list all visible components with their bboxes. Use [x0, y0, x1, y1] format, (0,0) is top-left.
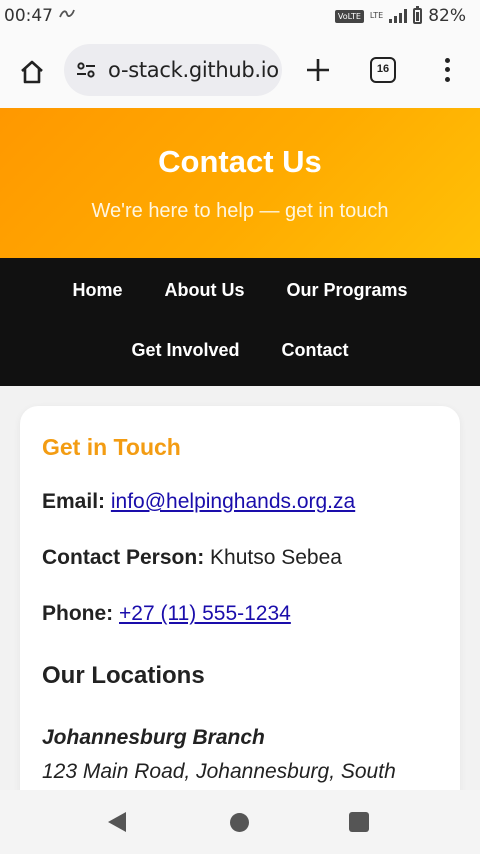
contact-person-value: Khutso Sebea [210, 546, 342, 569]
nav-link-contact[interactable]: Contact [280, 338, 351, 363]
home-icon[interactable] [16, 56, 48, 88]
contact-card: Get in Touch Email: info@helpinghands.or… [20, 406, 460, 826]
status-bar: 00:47 VoLTE LTE 82% [0, 0, 480, 34]
page-title: Contact Us [158, 144, 322, 179]
contact-person-label: Contact Person: [42, 546, 205, 569]
contact-person-line: Contact Person: Khutso Sebea [42, 546, 342, 570]
nav-row: Home About Us Our Programs [0, 278, 480, 303]
site-header: Contact Us We're here to help — get in t… [0, 108, 480, 258]
more-menu-icon[interactable] [440, 56, 454, 84]
lte-label: LTE [369, 11, 384, 20]
address-bar[interactable]: o-stack.github.io [64, 44, 282, 96]
battery-icon [413, 6, 423, 24]
branch-name: Johannesburg Branch [42, 726, 265, 749]
nfc-icon [58, 6, 76, 24]
nav-link-home[interactable]: Home [70, 278, 124, 303]
recents-icon[interactable] [349, 812, 369, 832]
home-circle-icon[interactable] [230, 813, 249, 832]
site-settings-icon[interactable] [76, 60, 96, 80]
status-indicators: VoLTE LTE 82% [334, 6, 466, 26]
nav-link-get-involved[interactable]: Get Involved [129, 338, 241, 363]
phone-link[interactable]: +27 (11) 555-1234 [119, 602, 291, 625]
new-tab-icon[interactable] [304, 56, 332, 84]
tab-switcher-button[interactable]: 16 [370, 57, 396, 83]
branch-address: 123 Main Road, Johannesburg, South [42, 760, 396, 783]
site-navigation: Home About Us Our Programs Get Involved … [0, 258, 480, 386]
system-navigation-bar [0, 790, 480, 854]
nav-link-our-programs[interactable]: Our Programs [284, 278, 409, 303]
phone-label: Phone: [42, 602, 114, 625]
nav-row: Get Involved Contact [0, 338, 480, 363]
email-label: Email: [42, 490, 106, 513]
get-in-touch-heading: Get in Touch [42, 434, 181, 460]
volte-badge: VoLTE [334, 9, 364, 23]
phone-line: Phone: +27 (11) 555-1234 [42, 602, 291, 626]
browser-toolbar: o-stack.github.io 16 [0, 34, 480, 108]
status-time: 00:47 [4, 6, 53, 26]
back-icon[interactable] [108, 812, 126, 832]
page-subtitle: We're here to help — get in touch [91, 200, 389, 222]
url-text[interactable]: o-stack.github.io [108, 58, 278, 82]
nav-link-about-us[interactable]: About Us [162, 278, 246, 303]
signal-icon [389, 9, 408, 23]
locations-heading: Our Locations [42, 662, 205, 689]
email-line: Email: info@helpinghands.org.za [42, 490, 355, 514]
email-link[interactable]: info@helpinghands.org.za [111, 490, 355, 513]
battery-percent: 82% [428, 6, 466, 26]
